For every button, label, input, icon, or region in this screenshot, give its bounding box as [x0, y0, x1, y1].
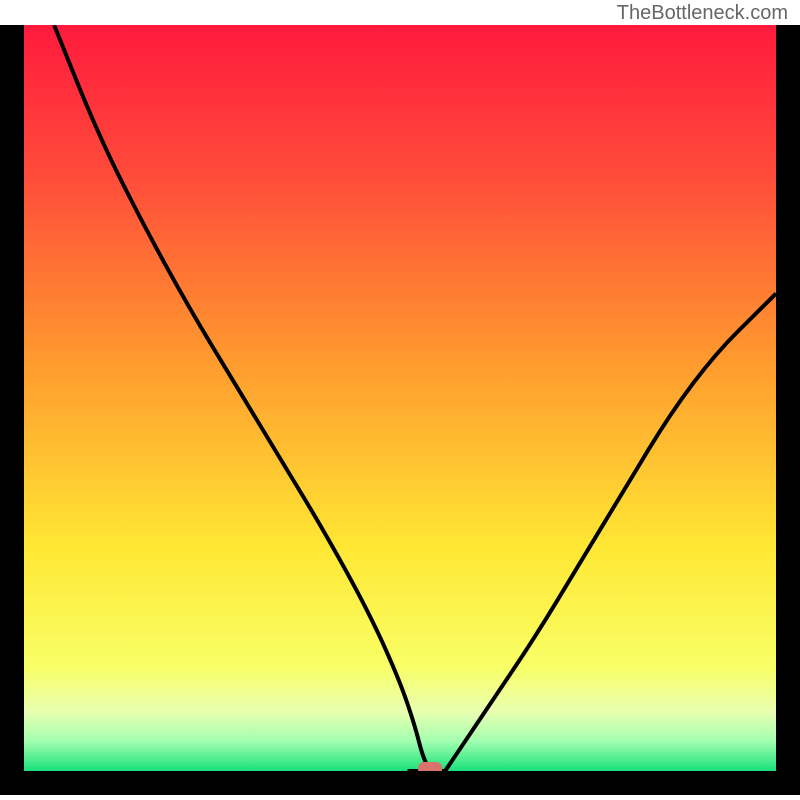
attribution-text: TheBottleneck.com: [617, 2, 788, 25]
bottleneck-chart: [0, 25, 800, 795]
plot-background: [24, 25, 776, 771]
frame-right: [776, 25, 800, 795]
frame-left: [0, 25, 24, 795]
frame-bottom: [0, 771, 800, 795]
chart-container: TheBottleneck.com: [0, 0, 800, 800]
